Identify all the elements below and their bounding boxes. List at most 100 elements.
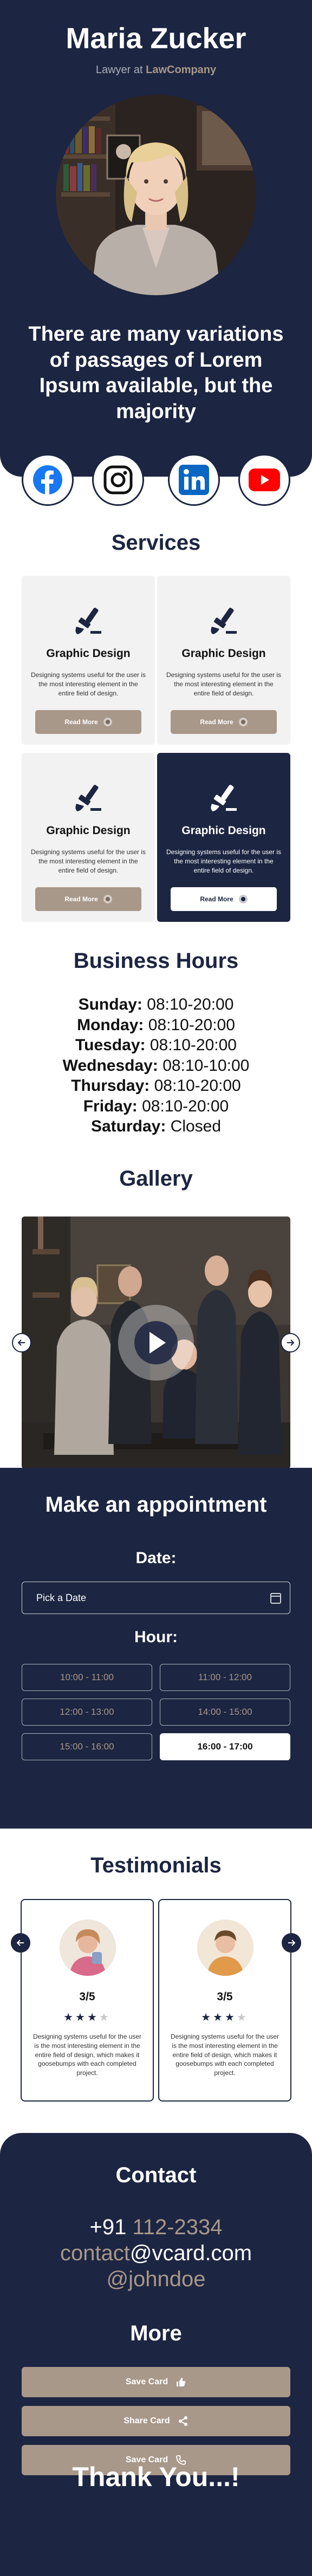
- paint-brush-icon: [211, 608, 237, 634]
- arrow-right-icon: [287, 1339, 294, 1346]
- service-card-active[interactable]: Graphic Design Designing systems useful …: [157, 753, 290, 922]
- time-slot-selected[interactable]: 16:00 - 17:00: [160, 1733, 290, 1760]
- read-more-label: Read More: [64, 895, 98, 903]
- read-more-label: Read More: [64, 718, 98, 726]
- service-card[interactable]: Graphic Design Designing systems useful …: [22, 576, 155, 745]
- paint-brush-icon: [211, 785, 237, 811]
- testimonial-card: 3/5 ★★★★ Designing systems useful for th…: [158, 1899, 291, 2102]
- gallery-prev-button[interactable]: [12, 1333, 31, 1352]
- share-card-label: Share Card: [123, 2416, 170, 2425]
- hours-row: Thursday: 08:10-20:00: [0, 1076, 312, 1096]
- time-slot[interactable]: 15:00 - 16:00: [22, 1733, 152, 1760]
- instagram-button[interactable]: [92, 454, 144, 506]
- target-icon: [238, 718, 248, 726]
- service-title: Graphic Design: [46, 647, 131, 660]
- social-links: [0, 454, 312, 508]
- gallery-next-button[interactable]: [281, 1333, 300, 1352]
- service-card[interactable]: Graphic Design Designing systems useful …: [22, 753, 155, 922]
- hero-section: Maria Zucker Lawyer at LawCompany There …: [0, 0, 312, 477]
- rating-value: 3/5: [79, 1990, 95, 2003]
- linkedin-button[interactable]: [168, 454, 220, 506]
- calendar-icon[interactable]: [270, 1593, 281, 1604]
- service-title: Graphic Design: [181, 824, 266, 837]
- hours-row: Sunday: 08:10-20:00: [0, 994, 312, 1015]
- day-time: 08:10-20:00: [147, 996, 234, 1013]
- service-title: Graphic Design: [46, 824, 131, 837]
- service-desc: Designing systems useful for the user is…: [30, 848, 146, 874]
- avatar: [197, 1920, 253, 1976]
- service-title: Graphic Design: [181, 647, 266, 660]
- date-label: Date:: [135, 1549, 177, 1567]
- business-hours-title: Business Hours: [73, 949, 239, 973]
- contact-email[interactable]: contact@vcard.com: [0, 2241, 312, 2266]
- day-label: Friday:: [83, 1097, 138, 1115]
- hours-row: Saturday: Closed: [0, 1116, 312, 1137]
- arrow-left-icon: [17, 1940, 24, 1946]
- company-name: LawCompany: [146, 64, 217, 76]
- facebook-button[interactable]: [22, 454, 74, 506]
- date-picker-input[interactable]: Pick a Date: [22, 1582, 290, 1614]
- testimonial-text: Designing systems useful for the user is…: [32, 2033, 142, 2077]
- testimonials-next-button[interactable]: [282, 1933, 301, 1953]
- youtube-icon: [249, 469, 280, 491]
- avatar: [60, 1920, 116, 1976]
- time-slot[interactable]: 11:00 - 12:00: [160, 1664, 290, 1691]
- instagram-icon: [103, 465, 133, 495]
- save-card-button[interactable]: Save Card: [22, 2367, 290, 2397]
- services-title: Services: [111, 531, 201, 555]
- read-more-button[interactable]: Read More: [171, 710, 277, 734]
- read-more-button[interactable]: Read More: [35, 887, 141, 911]
- time-slot[interactable]: 10:00 - 11:00: [22, 1664, 152, 1691]
- day-time: 08:10-10:00: [162, 1056, 250, 1075]
- read-more-button[interactable]: Read More: [35, 710, 141, 734]
- contact-phone[interactable]: +91 112-2334: [0, 2215, 312, 2240]
- target-icon: [103, 718, 112, 726]
- thank-you-text: Thank You...!: [72, 2462, 240, 2492]
- arrow-right-icon: [288, 1940, 295, 1946]
- read-more-label: Read More: [200, 718, 233, 726]
- read-more-label: Read More: [200, 895, 233, 903]
- star-empty-icon: ★: [236, 2012, 249, 2024]
- profile-photo: [56, 95, 256, 295]
- contact-title: Contact: [115, 2163, 197, 2187]
- hours-row: Monday: 08:10-20:00: [0, 1015, 312, 1036]
- hour-label: Hour:: [134, 1628, 178, 1646]
- role-prefix: Lawyer at: [95, 64, 143, 76]
- share-card-button[interactable]: Share Card: [22, 2406, 290, 2436]
- facebook-icon: [33, 465, 62, 495]
- phone-number: 112-2334: [132, 2215, 223, 2239]
- star-icon: ★★★: [63, 2012, 99, 2024]
- paint-brush-icon: [75, 608, 101, 634]
- read-more-button[interactable]: Read More: [171, 887, 277, 911]
- testimonials-prev-button[interactable]: [11, 1933, 30, 1953]
- day-label: Wednesday:: [62, 1056, 158, 1075]
- email-user: contact: [60, 2241, 130, 2265]
- vcard-page: Maria Zucker Lawyer at LawCompany There …: [0, 0, 312, 2576]
- target-icon: [238, 895, 248, 903]
- testimonials-title: Testimonials: [90, 1853, 222, 1877]
- rating-value: 3/5: [217, 1990, 233, 2003]
- testimonial-card: 3/5 ★★★★ Designing systems useful for th…: [21, 1899, 154, 2102]
- testimonial-text: Designing systems useful for the user is…: [170, 2033, 280, 2077]
- day-time: Closed: [170, 1117, 222, 1135]
- service-desc: Designing systems useful for the user is…: [166, 848, 282, 874]
- day-time: 08:10-20:00: [150, 1036, 237, 1054]
- phone-prefix: +91: [89, 2215, 133, 2239]
- more-title: More: [130, 2321, 182, 2345]
- contact-handle[interactable]: @johndoe: [0, 2267, 312, 2292]
- email-domain: @vcard.com: [129, 2241, 252, 2265]
- save-card-label: Save Card: [125, 2377, 168, 2386]
- thumbs-up-icon: [177, 2378, 186, 2386]
- time-slot[interactable]: 12:00 - 13:00: [22, 1699, 152, 1726]
- star-icon: ★★★: [201, 2012, 237, 2024]
- gallery-slider[interactable]: [22, 1217, 290, 1469]
- linkedin-icon: [179, 465, 209, 495]
- day-time: 08:10-20:00: [154, 1077, 241, 1095]
- time-slot[interactable]: 14:00 - 15:00: [160, 1699, 290, 1726]
- target-icon: [103, 895, 112, 903]
- profile-name: Maria Zucker: [66, 22, 246, 55]
- youtube-button[interactable]: [238, 454, 290, 506]
- star-rating: ★★★★: [22, 2011, 153, 2024]
- arrow-left-icon: [18, 1339, 25, 1346]
- service-card[interactable]: Graphic Design Designing systems useful …: [157, 576, 290, 745]
